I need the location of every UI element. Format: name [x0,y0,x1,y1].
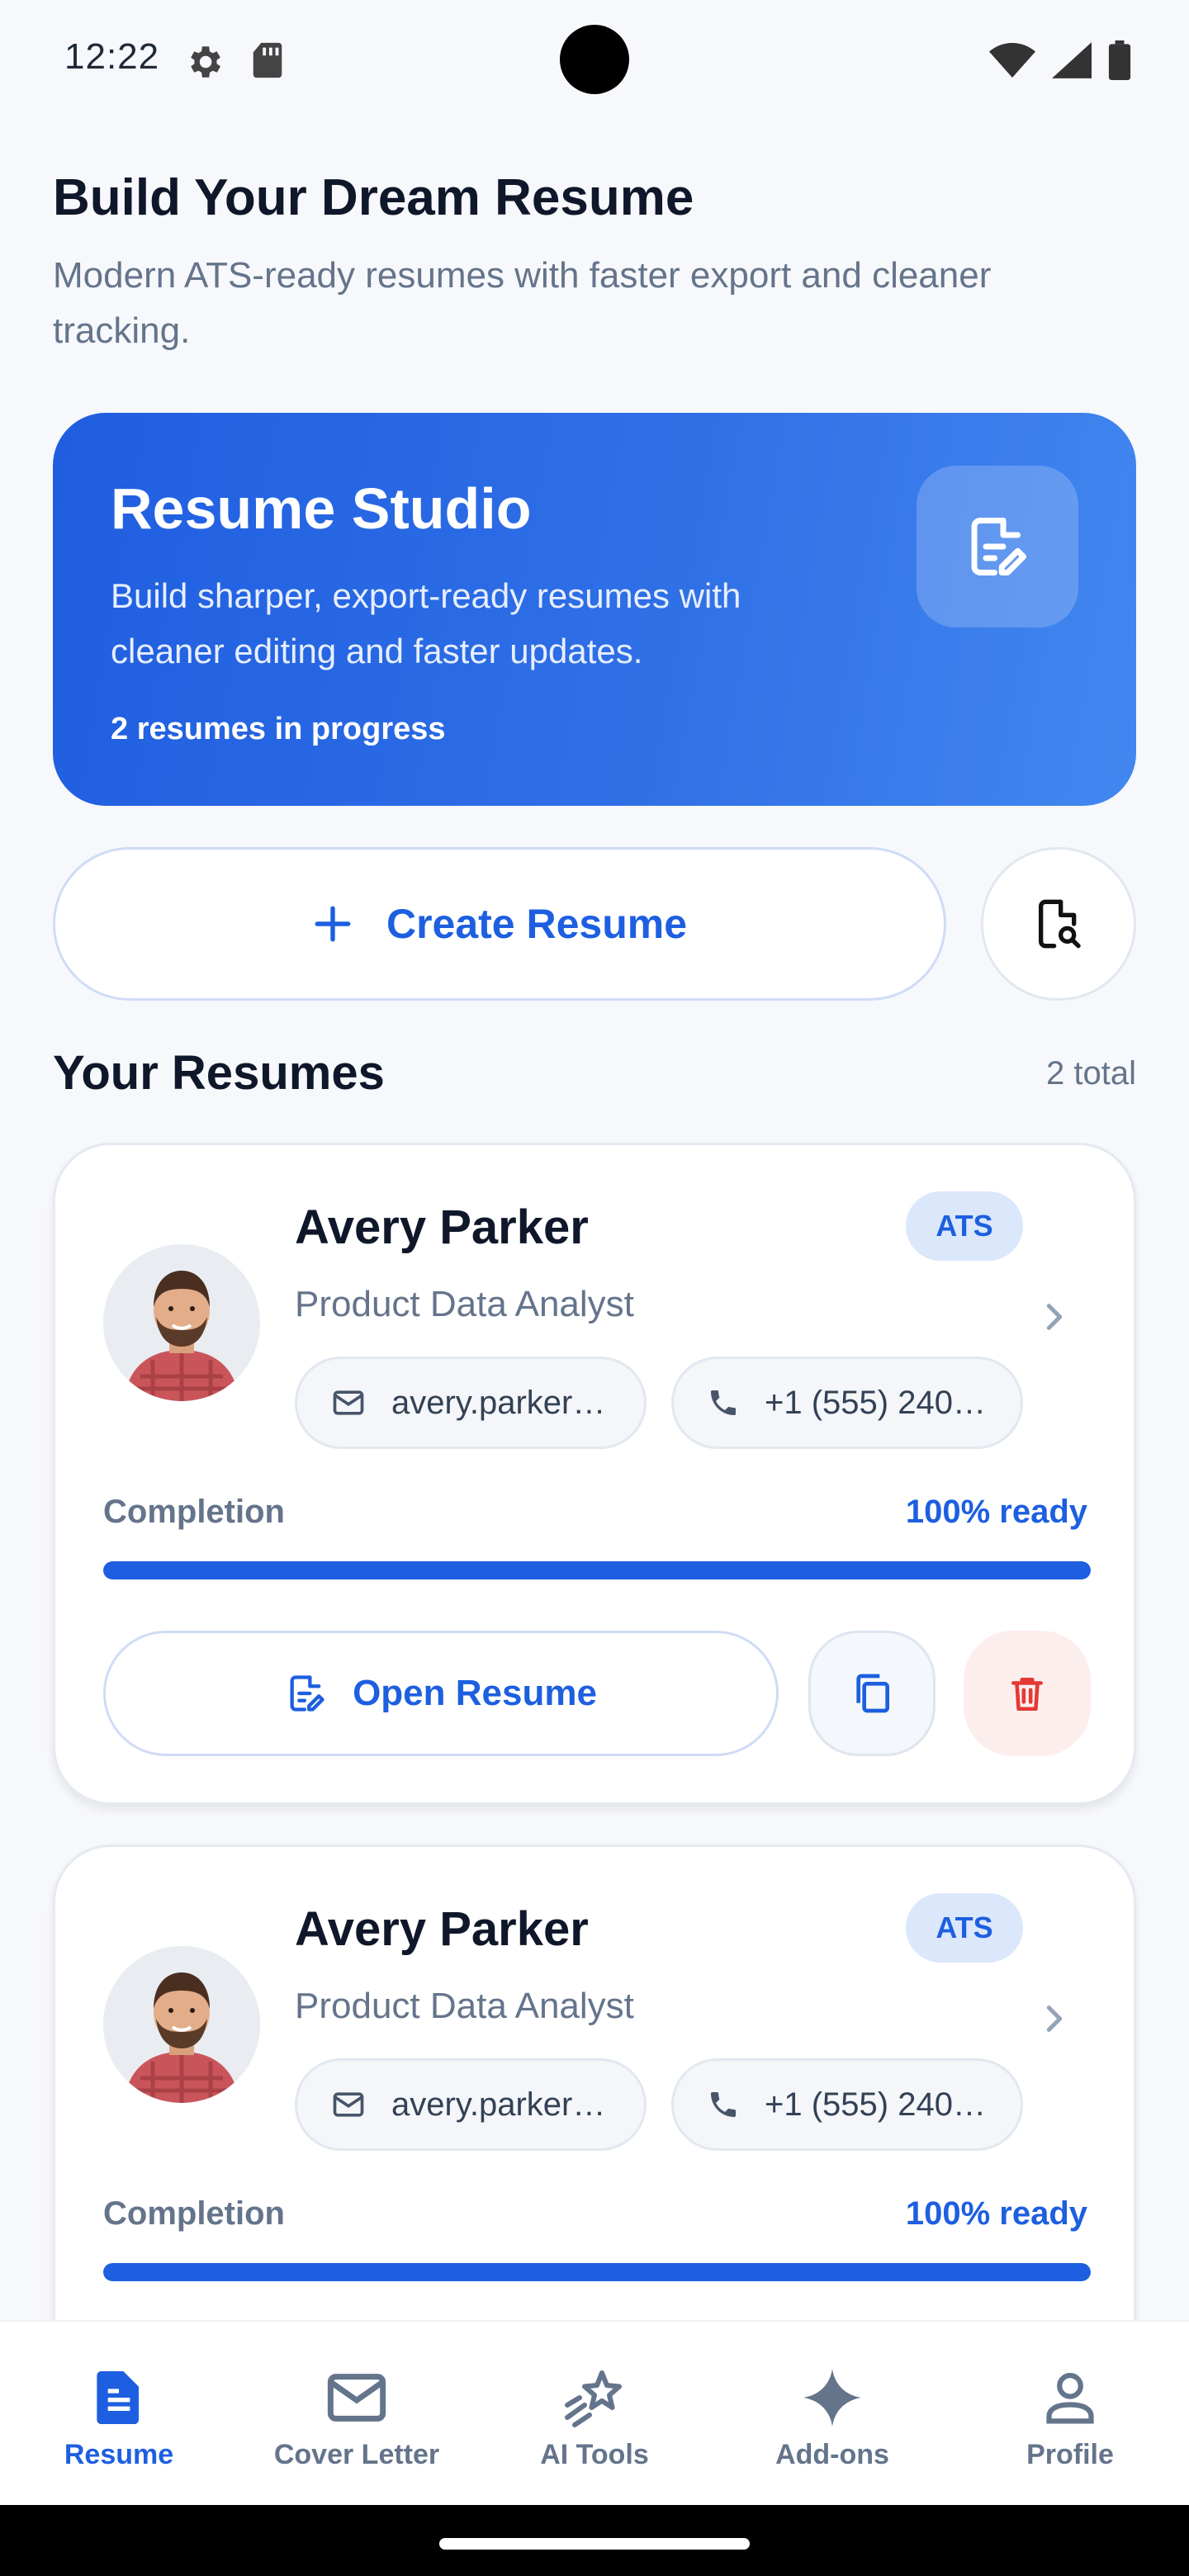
nav-label: Resume [64,2439,174,2470]
stars-icon [565,2370,622,2427]
phone-chip: +1 (555) 240… [671,1357,1023,1449]
completion-value: 100% ready [905,2195,1087,2232]
open-resume-button[interactable]: Open Resume [103,1631,779,1756]
phone-chip: +1 (555) 240… [671,2058,1023,2151]
email-chip: avery.parker… [295,2058,647,2151]
home-gesture-handle[interactable] [439,2538,750,2550]
phone-text: +1 (555) 240… [765,2086,986,2123]
hero-icon-box [917,466,1078,627]
document-edit-icon [971,518,1026,575]
ats-badge: ATS [906,1893,1023,1963]
resume-card[interactable]: Avery Parker Product Data Analyst ATS av… [53,1143,1136,1805]
sd-card-icon [253,42,282,78]
completion-label: Completion [103,2195,285,2232]
create-resume-label: Create Resume [386,901,688,947]
hero-status: 2 resumes in progress [111,712,446,746]
status-bar: 12:22 [0,0,1189,116]
open-resume-label: Open Resume [353,1673,597,1713]
ats-badge: ATS [906,1191,1023,1261]
hero-title: Resume Studio [111,476,532,541]
progress-fill [103,2263,1091,2281]
bottom-navigation: Resume Cover Letter AI Tools Add-ons Pro… [0,2320,1189,2505]
phone-text: +1 (555) 240… [765,1384,986,1421]
resume-count: 2 total [1046,1055,1136,1091]
sparkle-icon [803,2369,861,2427]
mail-icon [333,2092,364,2117]
status-time: 12:22 [64,36,160,77]
wifi-icon [989,43,1035,78]
resume-name: Avery Parker [295,1902,589,1956]
resume-role: Product Data Analyst [295,1986,634,2026]
trash-icon [1011,1678,1043,1712]
camera-cutout [560,25,629,94]
nav-item-cover-letter[interactable]: Cover Letter [238,2322,476,2505]
chevron-right-icon[interactable] [1038,2002,1071,2035]
phone-icon [711,2092,736,2117]
nav-item-ai-tools[interactable]: AI Tools [476,2322,713,2505]
mail-icon [333,1390,364,1415]
duplicate-button[interactable] [808,1631,936,1756]
resume-name: Avery Parker [295,1200,589,1254]
avatar [103,1244,260,1401]
email-text: avery.parker… [391,1384,606,1421]
page-title: Build Your Dream Resume [53,169,694,226]
document-search-icon [1039,899,1081,949]
completion-progress-bar [103,2263,1091,2281]
email-chip: avery.parker… [295,1357,647,1449]
ats-check-button[interactable] [981,847,1136,1001]
resume-role: Product Data Analyst [295,1284,634,1324]
completion-value: 100% ready [905,1494,1087,1530]
document-icon [97,2371,139,2424]
hero-description: Build sharper, export-ready resumes with… [111,576,741,670]
signal-icon [1052,42,1092,78]
email-text: avery.parker… [391,2086,606,2123]
section-title: Your Resumes [53,1046,385,1100]
chevron-right-icon[interactable] [1038,1300,1071,1333]
nav-item-resume[interactable]: Resume [0,2322,238,2505]
nav-label: Profile [1026,2439,1114,2470]
mail-icon [327,2374,386,2422]
plus-icon [315,906,351,942]
copy-icon [856,1674,889,1713]
progress-fill [103,1561,1091,1579]
status-icons [989,40,1131,81]
nav-label: AI Tools [540,2439,649,2470]
document-edit-icon [290,1675,324,1712]
nav-item-profile[interactable]: Profile [951,2322,1189,2505]
battery-icon [1108,40,1131,80]
resume-studio-banner: Resume Studio Build sharper, export-read… [53,413,1136,806]
create-resume-button[interactable]: Create Resume [53,847,946,1001]
person-icon [1046,2372,1094,2424]
settings-gear-icon [191,46,220,78]
page-subtitle: Modern ATS-ready resumes with faster exp… [53,255,992,351]
delete-button[interactable] [964,1631,1091,1756]
avatar [103,1946,260,2103]
completion-label: Completion [103,1494,285,1530]
nav-label: Cover Letter [273,2439,440,2470]
completion-progress-bar [103,1561,1091,1579]
nav-label: Add-ons [775,2439,889,2470]
nav-item-add-ons[interactable]: Add-ons [713,2322,951,2505]
phone-icon [711,1390,736,1415]
